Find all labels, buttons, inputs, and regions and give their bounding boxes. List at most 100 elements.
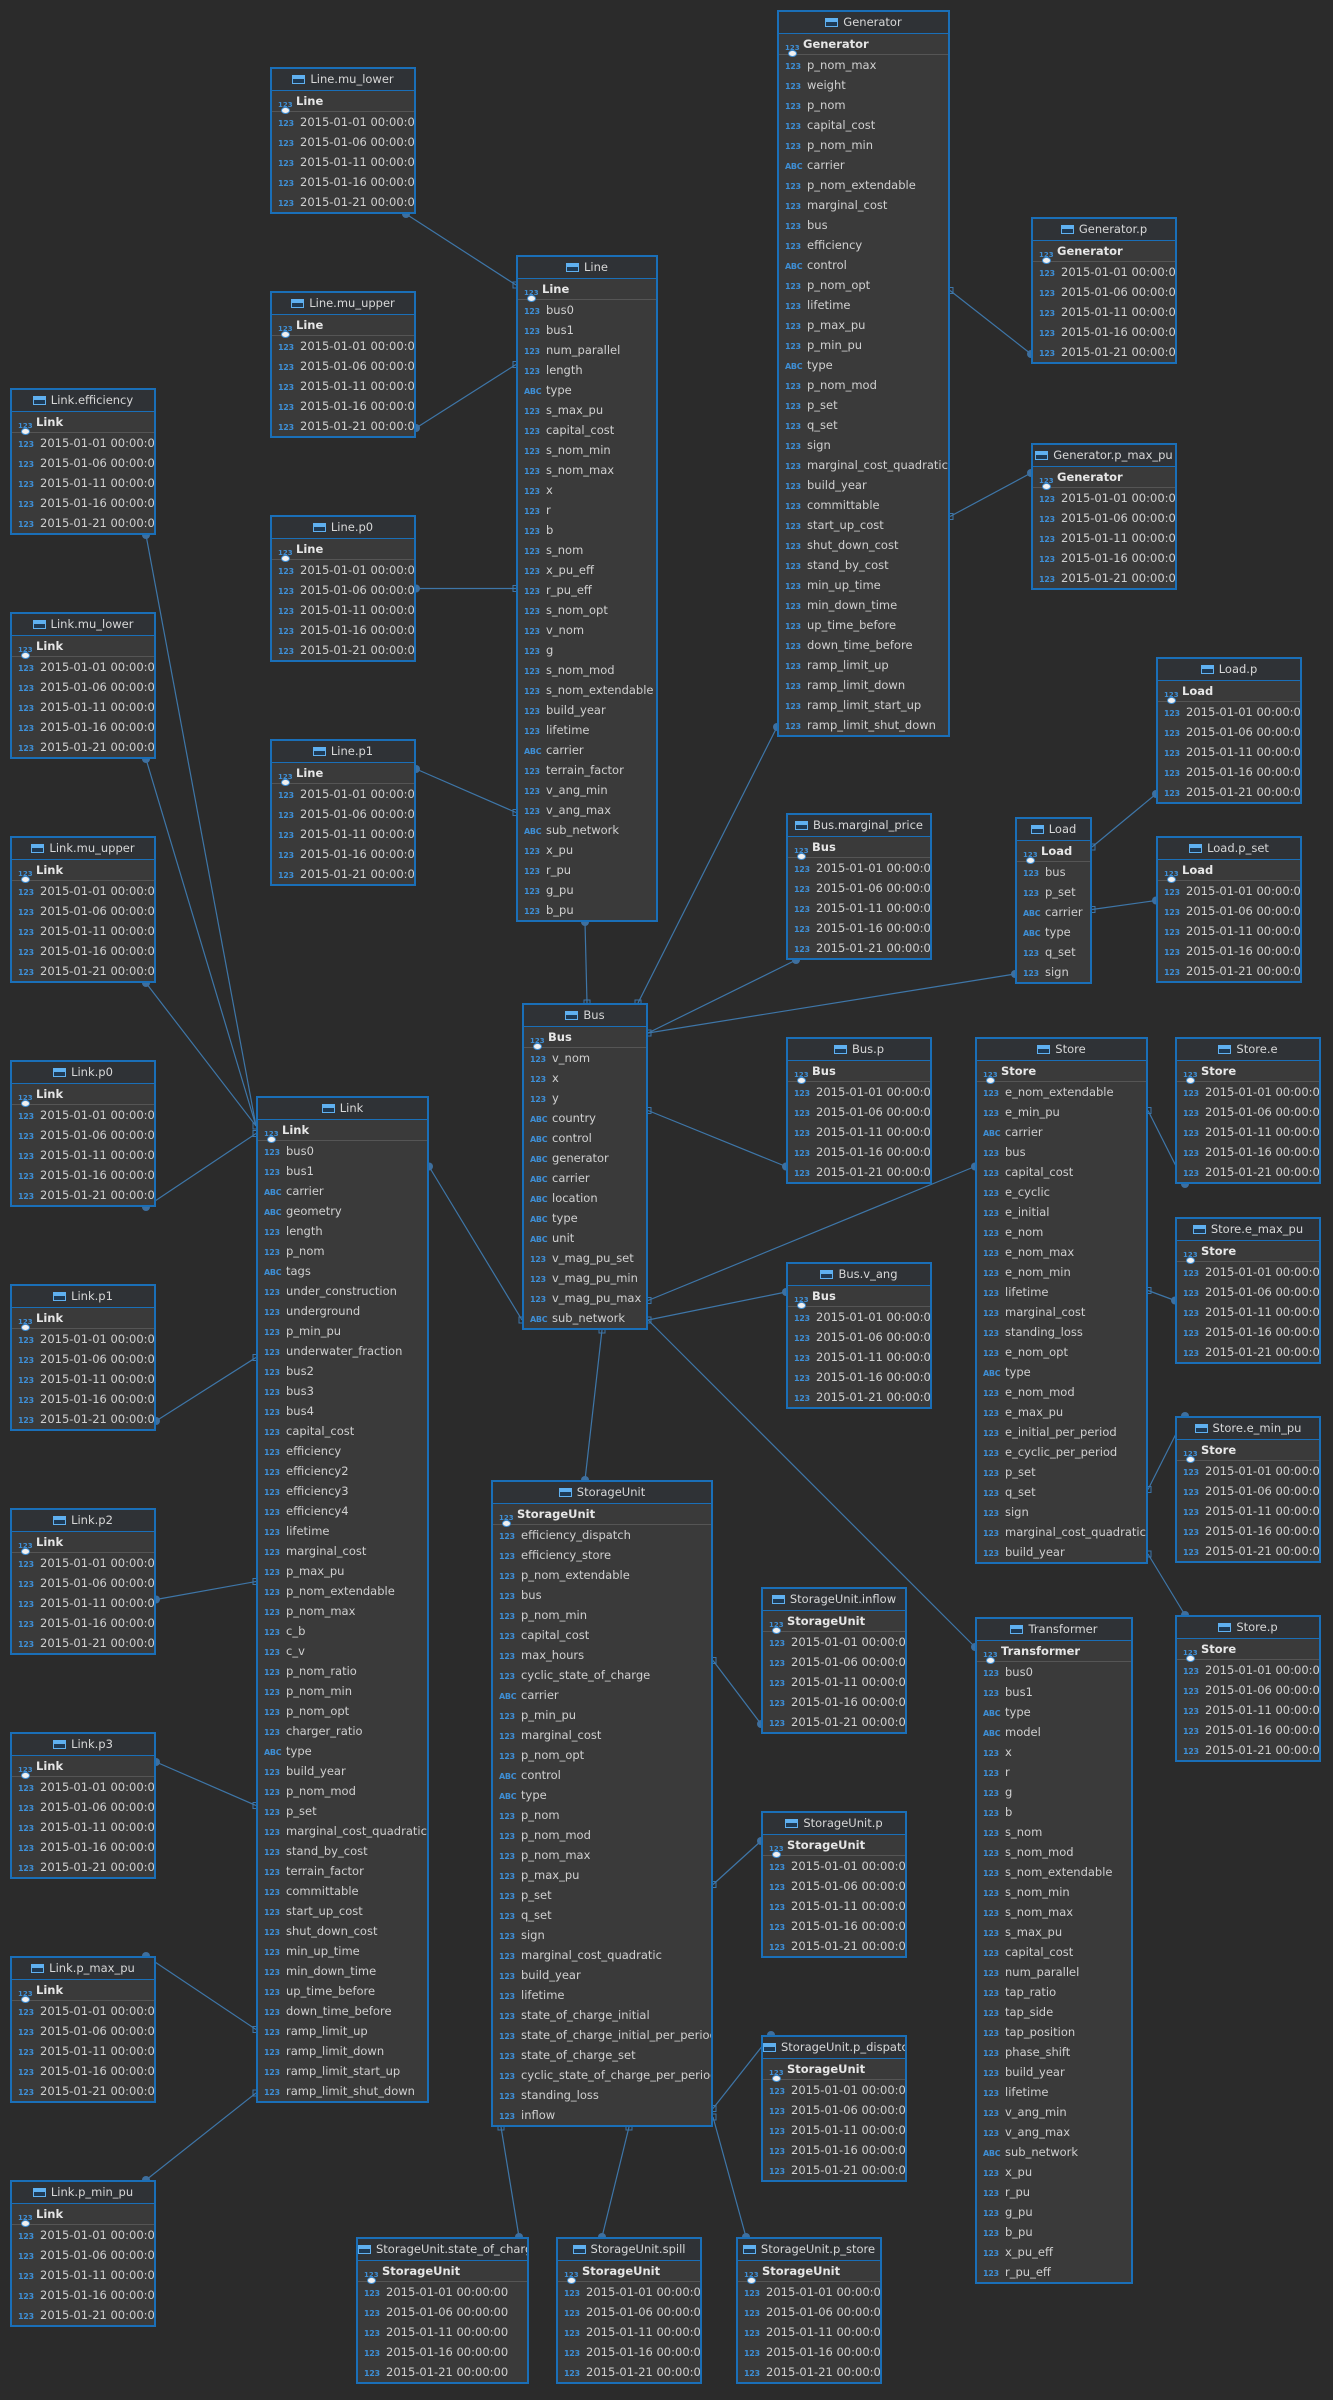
entity-header[interactable]: Generator.p_max_pu xyxy=(1033,445,1175,467)
timestamp-row[interactable]: 123 2015-01-06 00:00:00 xyxy=(1177,1102,1319,1122)
column-row[interactable]: ABC carrier xyxy=(977,1122,1146,1142)
timestamp-row[interactable]: 123 2015-01-21 00:00:00 xyxy=(12,961,154,981)
entity-header[interactable]: Link.p0 xyxy=(12,1062,154,1084)
column-row[interactable]: 123 p_set xyxy=(258,1801,427,1821)
timestamp-row[interactable]: 123 2015-01-16 00:00:00 xyxy=(1177,1142,1319,1162)
entity-header[interactable]: Bus.p xyxy=(788,1039,930,1061)
timestamp-row[interactable]: 123 2015-01-11 00:00:00 xyxy=(1033,528,1175,548)
primary-key-column[interactable]: 123 Link xyxy=(12,1980,154,2003)
timestamp-row[interactable]: 123 2015-01-21 00:00:00 xyxy=(1033,342,1175,362)
primary-key-column[interactable]: 123 Link xyxy=(12,1084,154,1107)
entity-storage-unit-state-of-charge[interactable]: StorageUnit.state_of_charge 123 StorageUni… xyxy=(356,2237,529,2384)
column-row[interactable]: 123 e_min_pu xyxy=(977,1102,1146,1122)
timestamp-row[interactable]: 123 2015-01-01 00:00:00 xyxy=(12,1105,154,1125)
entity-header[interactable]: StorageUnit.p xyxy=(763,1813,905,1835)
primary-key-column[interactable]: 123 StorageUnit xyxy=(763,1835,905,1858)
column-row[interactable]: 123 ramp_limit_up xyxy=(779,655,948,675)
timestamp-row[interactable]: 123 2015-01-21 00:00:00 xyxy=(12,1409,154,1429)
primary-key-column[interactable]: 123 StorageUnit xyxy=(493,1504,711,1527)
entity-link-mu-lower[interactable]: Link.mu_lower 123 Link 123 2015-01-01 00:00:… xyxy=(10,612,156,759)
entity-link-p3[interactable]: Link.p3 123 Link 123 2015-01-01 00:00:00 123 2… xyxy=(10,1732,156,1879)
timestamp-row[interactable]: 123 2015-01-16 00:00:00 xyxy=(558,2342,700,2362)
entity-storage-unit-p-dispatch[interactable]: StorageUnit.p_dispatch 123 StorageUnit 123 2… xyxy=(761,2035,907,2182)
entity-header[interactable]: StorageUnit.p_dispatch xyxy=(763,2037,905,2059)
column-row[interactable]: 123 p_nom_opt xyxy=(493,1745,711,1765)
column-row[interactable]: 123 g xyxy=(977,1782,1131,1802)
timestamp-row[interactable]: 123 2015-01-06 00:00:00 xyxy=(788,1102,930,1122)
timestamp-row[interactable]: 123 2015-01-11 00:00:00 xyxy=(12,2265,154,2285)
timestamp-row[interactable]: 123 2015-01-11 00:00:00 xyxy=(12,1369,154,1389)
column-row[interactable]: 123 start_up_cost xyxy=(258,1901,427,1921)
timestamp-row[interactable]: 123 2015-01-11 00:00:00 xyxy=(272,152,414,172)
entity-header[interactable]: StorageUnit.p_store xyxy=(738,2239,880,2261)
entity-line-mu-upper[interactable]: Line.mu_upper 123 Line 123 2015-01-01 00:00:… xyxy=(270,291,416,438)
timestamp-row[interactable]: 123 2015-01-16 00:00:00 xyxy=(12,941,154,961)
primary-key-column[interactable]: 123 Link xyxy=(12,636,154,659)
entity-storage-unit-inflow[interactable]: StorageUnit.inflow 123 StorageUnit 123 2015-… xyxy=(761,1587,907,1734)
column-row[interactable]: 123 inflow xyxy=(493,2105,711,2125)
primary-key-column[interactable]: 123 Line xyxy=(518,279,656,302)
column-row[interactable]: 123 ramp_limit_down xyxy=(258,2041,427,2061)
timestamp-row[interactable]: 123 2015-01-16 00:00:00 xyxy=(1177,1720,1319,1740)
column-row[interactable]: 123 s_nom_extendable xyxy=(518,680,656,700)
timestamp-row[interactable]: 123 2015-01-16 00:00:00 xyxy=(272,620,414,640)
column-row[interactable]: 123 v_ang_min xyxy=(977,2102,1131,2122)
entity-generator-p-max-pu[interactable]: Generator.p_max_pu 123 Generator 123 2015-01… xyxy=(1031,443,1177,590)
timestamp-row[interactable]: 123 2015-01-16 00:00:00 xyxy=(1158,762,1300,782)
column-row[interactable]: 123 p_nom_ratio xyxy=(258,1661,427,1681)
column-row[interactable]: 123 x xyxy=(518,480,656,500)
column-row[interactable]: 123 s_nom_extendable xyxy=(977,1862,1131,1882)
column-row[interactable]: ABC type xyxy=(1017,922,1090,942)
column-row[interactable]: 123 p_max_pu xyxy=(258,1561,427,1581)
column-row[interactable]: 123 g_pu xyxy=(977,2202,1131,2222)
primary-key-column[interactable]: 123 StorageUnit xyxy=(558,2261,700,2284)
entity-bus[interactable]: Bus 123 Bus 123 v_nom 123 x 123 y ABC country ABC co… xyxy=(522,1003,648,1330)
entity-header[interactable]: StorageUnit.spill xyxy=(558,2239,700,2261)
entity-link-p-max-pu[interactable]: Link.p_max_pu 123 Link 123 2015-01-01 00:00:… xyxy=(10,1956,156,2103)
column-row[interactable]: ABC sub_network xyxy=(524,1308,646,1328)
column-row[interactable]: ABC sub_network xyxy=(518,820,656,840)
column-row[interactable]: 123 capital_cost xyxy=(977,1162,1146,1182)
entity-line-p1[interactable]: Line.p1 123 Line 123 2015-01-01 00:00:00 123 2… xyxy=(270,739,416,886)
column-row[interactable]: 123 r xyxy=(977,1762,1131,1782)
entity-store[interactable]: Store 123 Store 123 e_nom_extendable 123 e_min… xyxy=(975,1037,1148,1564)
timestamp-row[interactable]: 123 2015-01-11 00:00:00 xyxy=(1177,1122,1319,1142)
timestamp-row[interactable]: 123 2015-01-21 00:00:00 xyxy=(12,2081,154,2101)
entity-line-mu-lower[interactable]: Line.mu_lower 123 Line 123 2015-01-01 00:00:… xyxy=(270,67,416,214)
column-row[interactable]: ABC control xyxy=(493,1765,711,1785)
timestamp-row[interactable]: 123 2015-01-21 00:00:00 xyxy=(1177,1541,1319,1561)
column-row[interactable]: 123 x_pu xyxy=(977,2162,1131,2182)
column-row[interactable]: 123 efficiency xyxy=(779,235,948,255)
column-row[interactable]: ABC carrier xyxy=(524,1168,646,1188)
timestamp-row[interactable]: 123 2015-01-06 00:00:00 xyxy=(763,1652,905,1672)
timestamp-row[interactable]: 123 2015-01-01 00:00:00 xyxy=(788,858,930,878)
column-row[interactable]: 123 terrain_factor xyxy=(258,1861,427,1881)
column-row[interactable]: 123 q_set xyxy=(779,415,948,435)
timestamp-row[interactable]: 123 2015-01-01 00:00:00 xyxy=(12,2225,154,2245)
column-row[interactable]: 123 p_nom xyxy=(493,1805,711,1825)
column-row[interactable]: 123 build_year xyxy=(258,1761,427,1781)
entity-generator[interactable]: Generator 123 Generator 123 p_nom_max 123 weig… xyxy=(777,10,950,737)
timestamp-row[interactable]: 123 2015-01-06 00:00:00 xyxy=(1158,722,1300,742)
column-row[interactable]: 123 num_parallel xyxy=(518,340,656,360)
column-row[interactable]: ABC carrier xyxy=(1017,902,1090,922)
column-row[interactable]: 123 build_year xyxy=(518,700,656,720)
timestamp-row[interactable]: 123 2015-01-01 00:00:00 xyxy=(1158,702,1300,722)
timestamp-row[interactable]: 123 2015-01-06 00:00:00 xyxy=(763,2100,905,2120)
column-row[interactable]: 123 e_nom_max xyxy=(977,1242,1146,1262)
column-row[interactable]: 123 tap_position xyxy=(977,2022,1131,2042)
column-row[interactable]: 123 committable xyxy=(258,1881,427,1901)
column-row[interactable]: 123 e_cyclic_per_period xyxy=(977,1442,1146,1462)
timestamp-row[interactable]: 123 2015-01-11 00:00:00 xyxy=(738,2322,880,2342)
entity-header[interactable]: Line xyxy=(518,257,656,279)
entity-header[interactable]: StorageUnit.inflow xyxy=(763,1589,905,1611)
timestamp-row[interactable]: 123 2015-01-06 00:00:00 xyxy=(272,356,414,376)
timestamp-row[interactable]: 123 2015-01-21 00:00:00 xyxy=(788,938,930,958)
entity-storage-unit-p-store[interactable]: StorageUnit.p_store 123 StorageUnit 123 2015… xyxy=(736,2237,882,2384)
timestamp-row[interactable]: 123 2015-01-11 00:00:00 xyxy=(763,2120,905,2140)
primary-key-column[interactable]: 123 Generator xyxy=(779,34,948,57)
timestamp-row[interactable]: 123 2015-01-11 00:00:00 xyxy=(788,1122,930,1142)
column-row[interactable]: 123 sign xyxy=(1017,962,1090,982)
column-row[interactable]: 123 efficiency xyxy=(258,1441,427,1461)
column-row[interactable]: ABC carrier xyxy=(493,1685,711,1705)
